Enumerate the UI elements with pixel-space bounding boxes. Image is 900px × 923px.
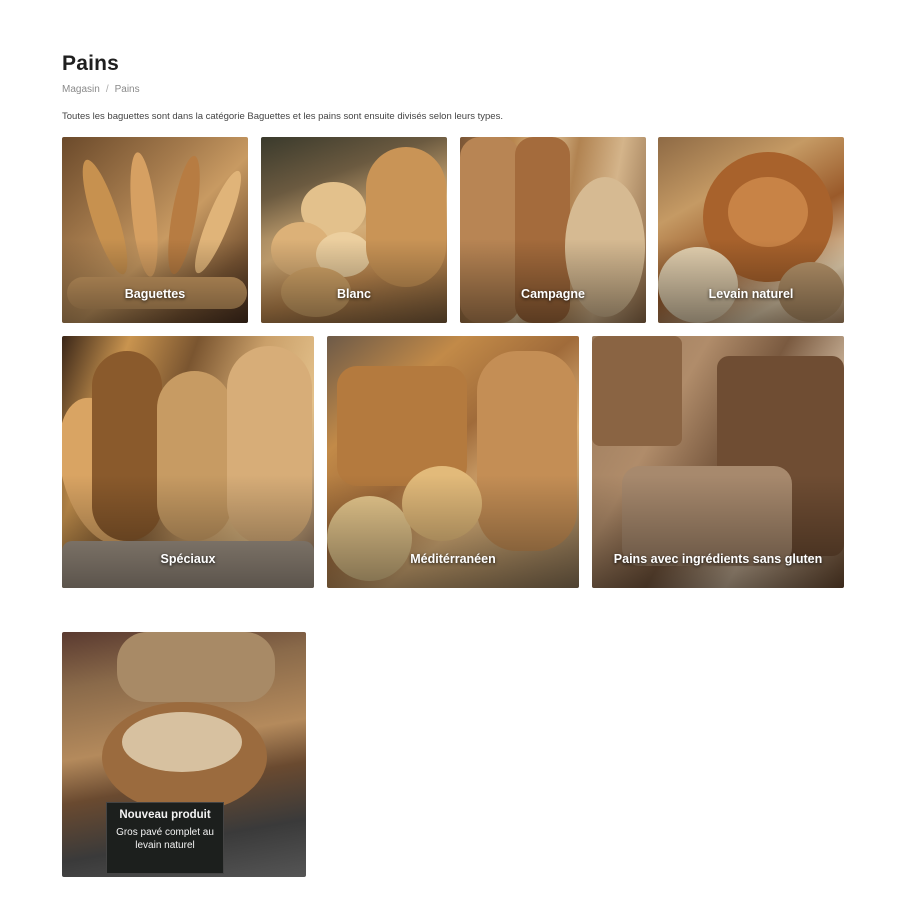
page-title: Pains [62, 52, 120, 75]
category-label: Pains avec ingrédients sans gluten [613, 552, 823, 567]
category-label: Spéciaux [160, 552, 216, 567]
category-tile-sans-gluten[interactable]: Pains avec ingrédients sans gluten [592, 336, 844, 588]
breadcrumb-separator: / [105, 84, 109, 95]
category-tile-baguettes[interactable]: Baguettes [62, 137, 248, 323]
category-tile-blanc[interactable]: Blanc [261, 137, 447, 323]
breadcrumb-home-link[interactable]: Magasin [62, 84, 100, 95]
category-label: Blanc [336, 287, 372, 302]
sign-title: Nouveau produit [119, 809, 211, 821]
breadcrumb: Magasin / Pains [62, 84, 140, 95]
category-tile-levain-naturel[interactable]: Levain naturel [658, 137, 844, 323]
category-tile-campagne[interactable]: Campagne [460, 137, 646, 323]
new-product-sign: Nouveau produit Gros pavé complet au lev… [106, 802, 224, 874]
category-tile-mediterraneen[interactable]: Méditérranéen [327, 336, 579, 588]
promo-image: Nouveau produit Gros pavé complet au lev… [62, 632, 306, 877]
category-label: Levain naturel [708, 287, 794, 302]
category-tile-speciaux[interactable]: Spéciaux [62, 336, 314, 588]
category-intro-text: Toutes les baguettes sont dans la catégo… [62, 111, 503, 122]
breadcrumb-current: Pains [114, 84, 140, 95]
category-label: Campagne [521, 287, 585, 302]
category-label: Méditérranéen [410, 552, 496, 567]
category-label: Baguettes [124, 287, 186, 302]
sign-text: Gros pavé complet au levain naturel [116, 827, 214, 851]
